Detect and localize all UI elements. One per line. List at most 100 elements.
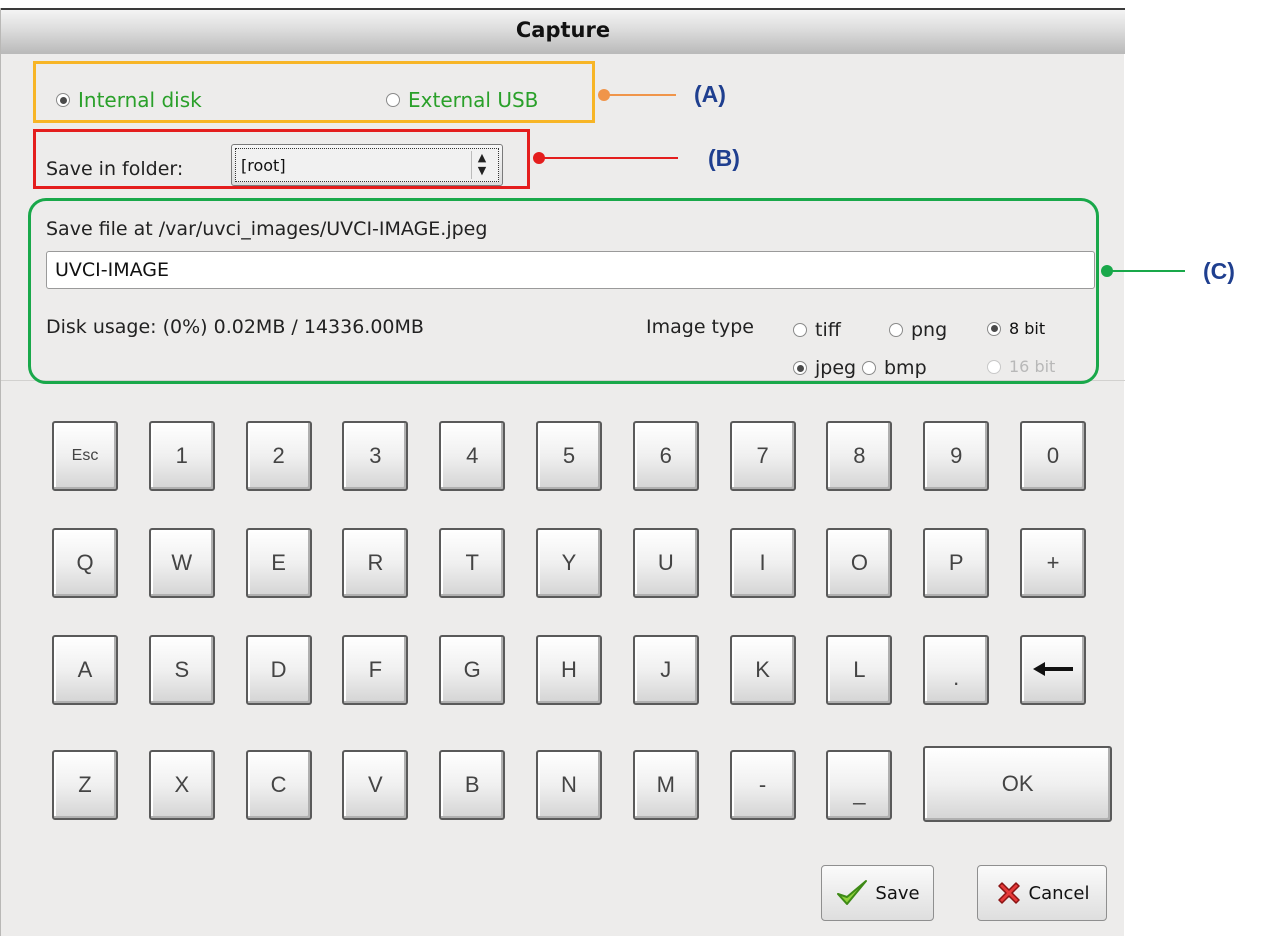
key-label: 7 xyxy=(756,443,769,468)
key-label: V xyxy=(368,772,383,797)
key-i[interactable]: I xyxy=(729,528,796,598)
callout-box-c xyxy=(28,198,1099,384)
save-button-label: Save xyxy=(875,882,920,904)
key-y[interactable]: Y xyxy=(536,528,602,598)
key-a[interactable]: A xyxy=(52,635,118,705)
key-label: W xyxy=(171,550,193,575)
key-label: F xyxy=(368,657,383,682)
key-label: OK xyxy=(1001,771,1034,796)
checkmark-icon xyxy=(837,880,868,905)
key-4[interactable]: 4 xyxy=(439,421,506,491)
key-9[interactable]: 9 xyxy=(923,421,990,491)
key-3[interactable]: 3 xyxy=(342,421,409,491)
key-7[interactable]: 7 xyxy=(729,421,796,491)
callout-a-leader xyxy=(604,94,676,96)
callout-a-label: (A) xyxy=(694,81,726,107)
key-label: 9 xyxy=(950,443,963,468)
key-c[interactable]: C xyxy=(245,750,312,820)
key-k[interactable]: K xyxy=(729,635,796,705)
key-o[interactable]: O xyxy=(826,528,893,598)
key-label: Z xyxy=(78,772,92,797)
cancel-x-icon xyxy=(997,882,1020,904)
key-minus[interactable]: - xyxy=(729,750,796,820)
callout-box-a xyxy=(33,61,595,123)
key-label: K xyxy=(755,657,770,682)
key-q[interactable]: Q xyxy=(52,528,118,598)
key-label: I xyxy=(759,550,766,575)
callout-b-leader xyxy=(539,157,678,159)
key-label: E xyxy=(271,550,286,575)
key-6[interactable]: 6 xyxy=(632,421,699,491)
key-label: T xyxy=(465,550,479,575)
key-label: N xyxy=(561,772,577,797)
key-label: C xyxy=(270,772,287,797)
key-d[interactable]: D xyxy=(245,635,312,705)
callout-c-leader xyxy=(1107,270,1185,272)
key-label: Y xyxy=(561,550,577,575)
key-b[interactable]: B xyxy=(439,750,506,820)
key-label: 3 xyxy=(369,443,382,468)
key-label: R xyxy=(367,550,384,575)
save-button[interactable]: Save xyxy=(821,865,934,921)
key-r[interactable]: R xyxy=(342,528,409,598)
key-8[interactable]: 8 xyxy=(826,421,893,491)
key-label: 8 xyxy=(853,443,866,468)
key-s[interactable]: S xyxy=(148,635,215,705)
key-label: J xyxy=(660,657,672,682)
key-label: Q xyxy=(76,550,94,575)
key-v[interactable]: V xyxy=(342,750,409,820)
cancel-button[interactable]: Cancel xyxy=(977,865,1107,921)
key-label: X xyxy=(174,772,190,797)
key-label: 1 xyxy=(175,443,188,468)
key-underscore[interactable]: _ xyxy=(826,750,893,820)
key-w[interactable]: W xyxy=(148,528,215,598)
key-u[interactable]: U xyxy=(632,528,699,598)
key-ok[interactable]: OK xyxy=(923,746,1113,822)
key-label: G xyxy=(463,657,481,682)
key-label: O xyxy=(850,550,868,575)
key-label: S xyxy=(174,657,190,682)
key-p[interactable]: P xyxy=(923,528,990,598)
key-label: D xyxy=(270,657,287,682)
key-g[interactable]: G xyxy=(439,635,506,705)
key-label: L xyxy=(853,657,866,682)
key-f[interactable]: F xyxy=(342,635,409,705)
key-h[interactable]: H xyxy=(536,635,602,705)
key-label: Esc xyxy=(71,447,99,464)
key-label: - xyxy=(758,772,767,797)
key-label: . xyxy=(953,665,960,690)
backspace-arrow-icon xyxy=(1031,657,1075,683)
key-label: U xyxy=(657,550,674,575)
key-label: 2 xyxy=(272,443,285,468)
key-j[interactable]: J xyxy=(632,635,699,705)
key-m[interactable]: M xyxy=(632,750,699,820)
key-plus[interactable]: + xyxy=(1020,528,1086,598)
key-1[interactable]: 1 xyxy=(148,421,215,491)
key-esc[interactable]: Esc xyxy=(52,421,118,491)
callout-box-b xyxy=(33,129,530,189)
key-period[interactable]: . xyxy=(923,635,990,705)
key-2[interactable]: 2 xyxy=(245,421,312,491)
key-l[interactable]: L xyxy=(826,635,893,705)
key-label: 5 xyxy=(562,443,576,468)
key-backspace[interactable] xyxy=(1020,635,1086,705)
key-label: M xyxy=(656,772,675,797)
callout-c-label: (C) xyxy=(1203,258,1235,284)
key-n[interactable]: N xyxy=(536,750,602,820)
key-label: 4 xyxy=(466,443,479,468)
key-label: B xyxy=(464,772,480,797)
callout-b-label: (B) xyxy=(708,145,740,171)
key-label: A xyxy=(77,657,93,682)
key-5[interactable]: 5 xyxy=(536,421,602,491)
key-label: P xyxy=(948,550,964,575)
key-e[interactable]: E xyxy=(245,528,312,598)
key-label: 0 xyxy=(1046,443,1060,468)
key-t[interactable]: T xyxy=(439,528,506,598)
key-x[interactable]: X xyxy=(148,750,215,820)
key-z[interactable]: Z xyxy=(52,750,118,820)
key-0[interactable]: 0 xyxy=(1020,421,1086,491)
key-label: _ xyxy=(853,780,866,805)
window-title: Capture xyxy=(1,8,1125,54)
key-label: H xyxy=(561,657,577,682)
cancel-button-label: Cancel xyxy=(1028,882,1090,904)
